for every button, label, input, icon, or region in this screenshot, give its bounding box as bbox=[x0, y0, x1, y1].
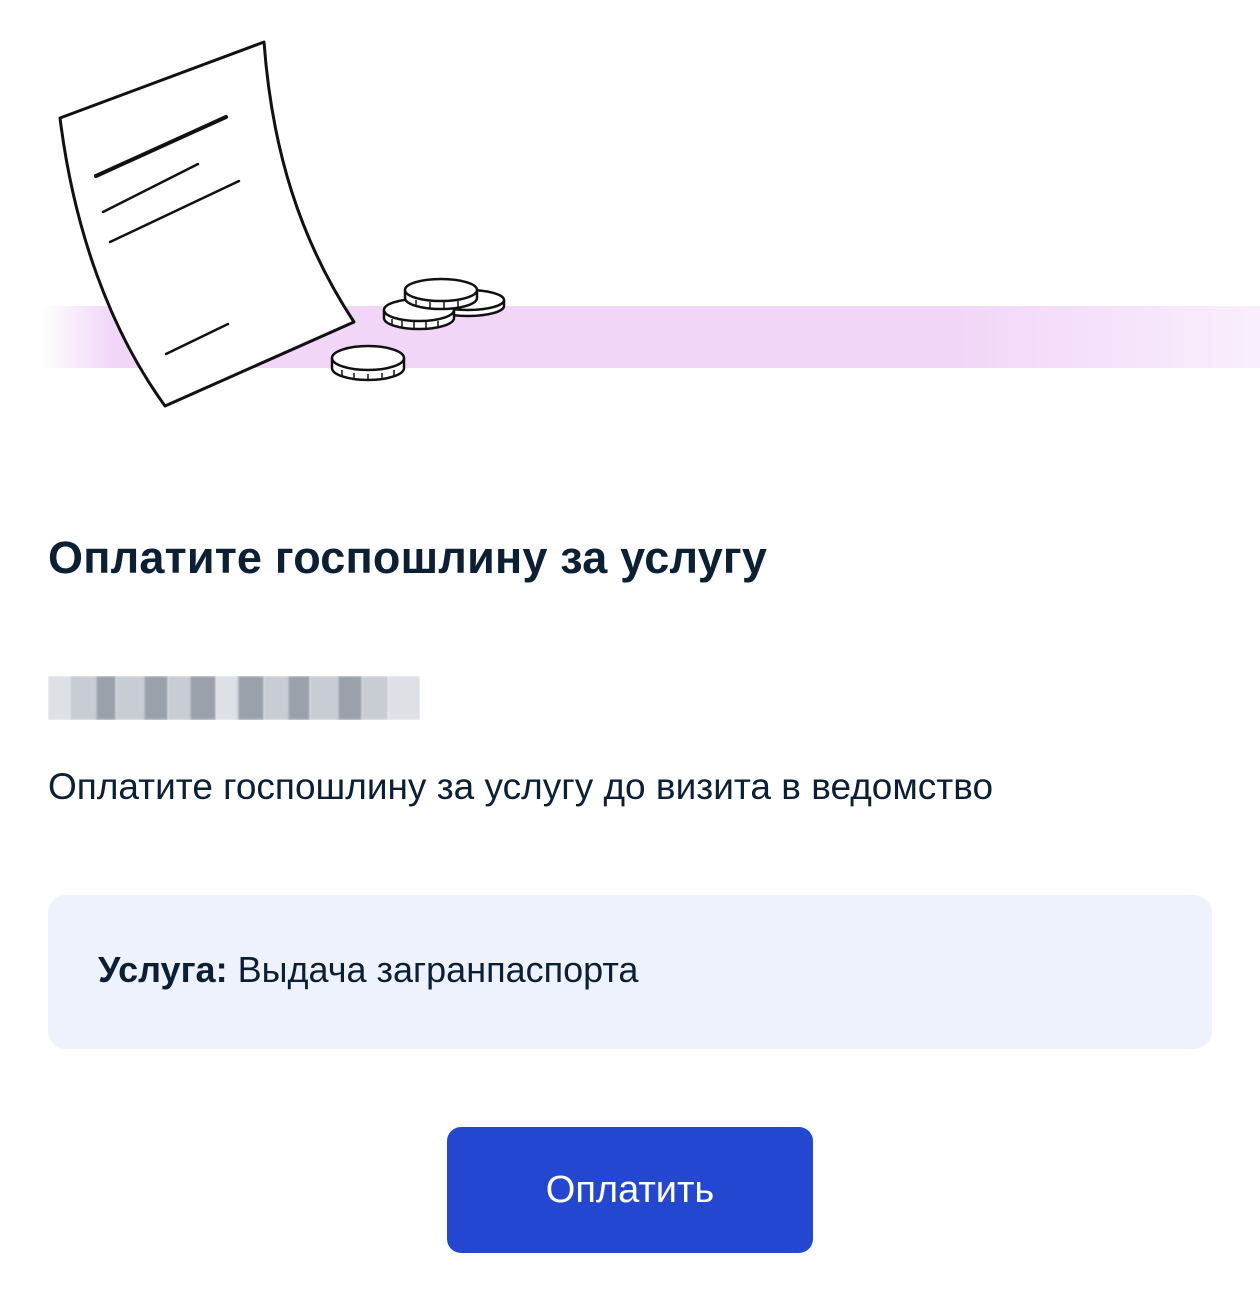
pay-button[interactable]: Оплатить bbox=[447, 1127, 813, 1253]
service-line: Услуга: Выдача загранпаспорта bbox=[98, 947, 638, 993]
description-text: Оплатите госпошлину за услугу до визита … bbox=[48, 766, 994, 807]
recipient-name-redacted bbox=[48, 676, 420, 720]
document-coins-illustration bbox=[0, 0, 1260, 460]
service-label: Услуга: bbox=[98, 949, 228, 990]
service-info-card: Услуга: Выдача загранпаспорта bbox=[48, 895, 1212, 1049]
coin-top bbox=[403, 277, 479, 311]
page-title: Оплатите госпошлину за услугу bbox=[48, 532, 768, 583]
coin-bottom bbox=[330, 344, 406, 382]
service-value: Выдача загранпаспорта bbox=[237, 949, 639, 990]
